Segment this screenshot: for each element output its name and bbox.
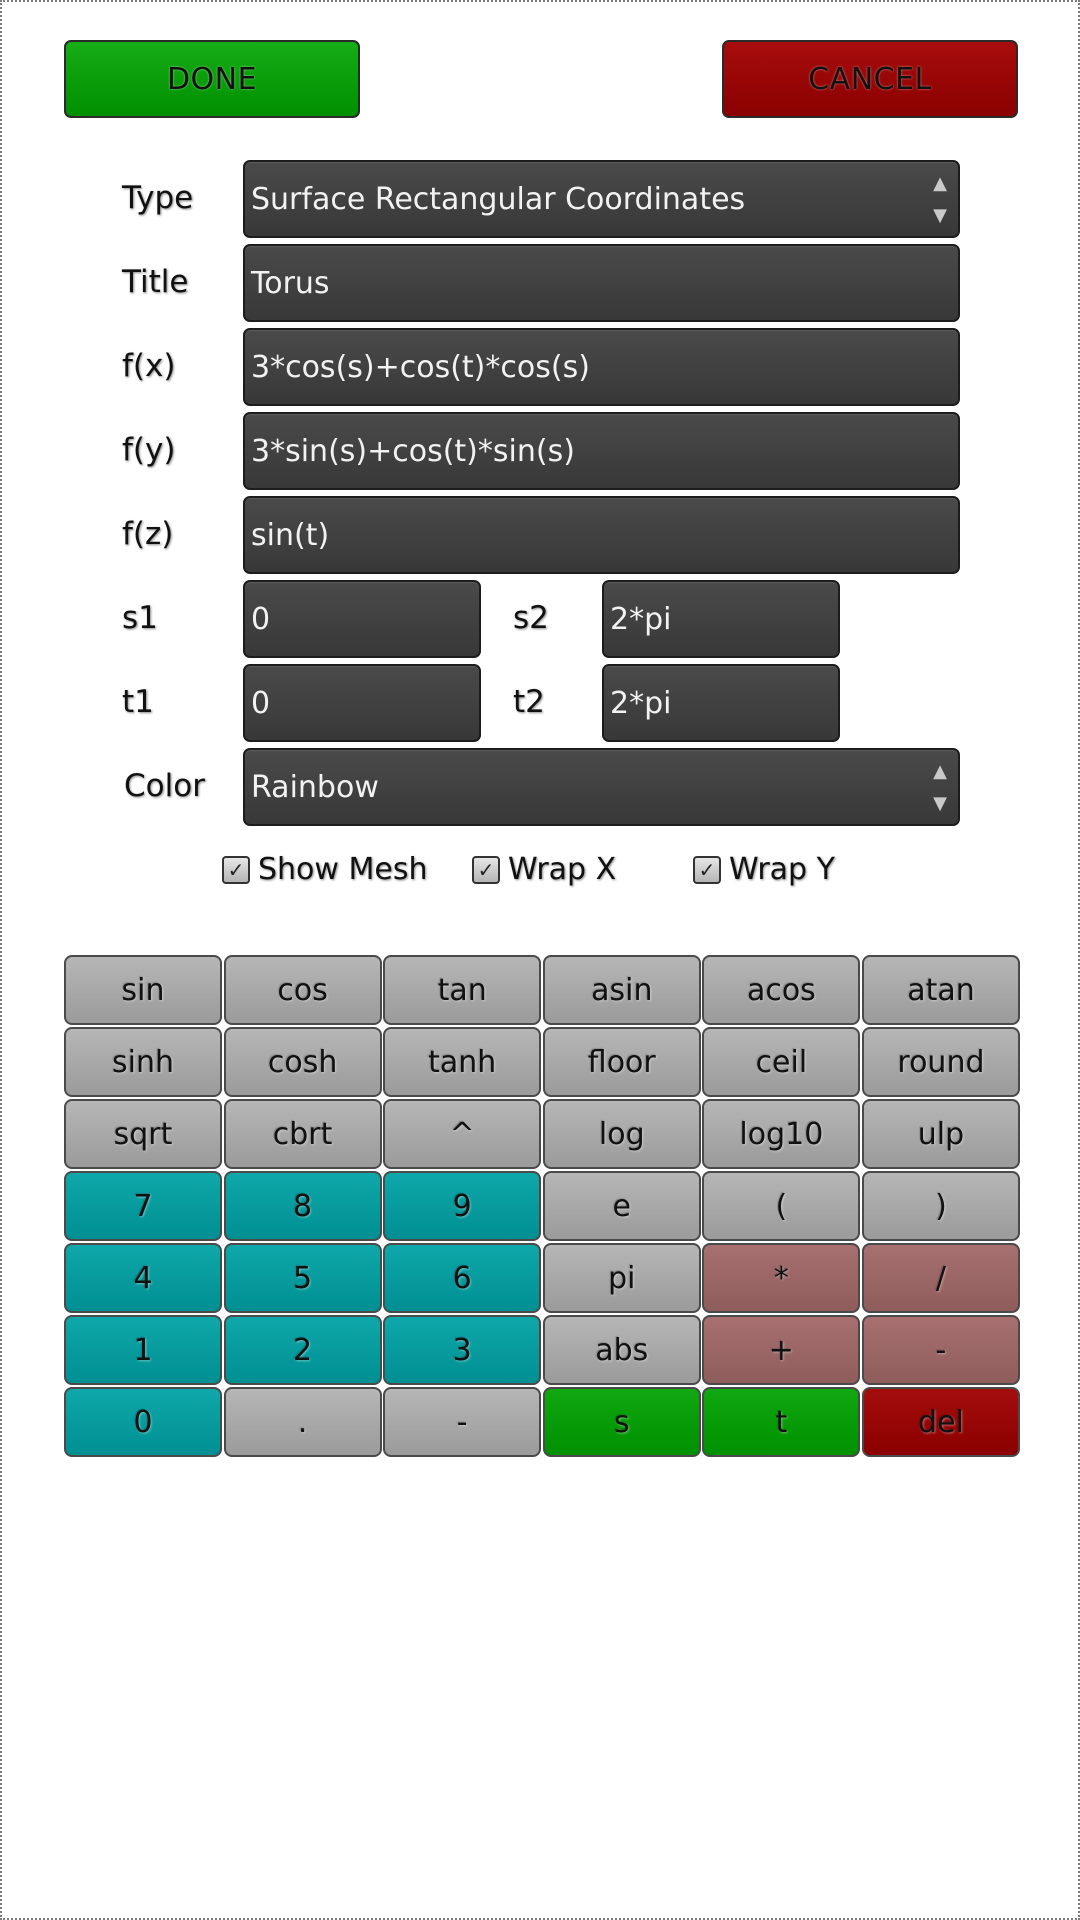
wrap-x-checkbox[interactable]: ✓ Wrap X [472,852,616,887]
type-value: Surface Rectangular Coordinates [251,181,746,217]
fz-label: f(z) [122,516,174,552]
key-cos[interactable]: cos [223,955,382,1025]
key-close-paren[interactable]: ) [861,1171,1020,1241]
spinner-up-icon: ▲ [933,761,947,782]
key-floor[interactable]: floor [542,1027,701,1097]
wrap-y-label: Wrap Y [729,852,835,887]
spinner-down-icon: ▼ [933,205,947,226]
key-tan[interactable]: tan [383,955,542,1025]
key-tanh[interactable]: tanh [383,1027,542,1097]
key-8[interactable]: 8 [223,1171,382,1241]
key-7[interactable]: 7 [64,1171,222,1241]
fz-value: sin(t) [251,517,330,553]
color-label: Color [124,768,205,804]
s1-value: 0 [251,601,271,637]
color-spinner[interactable]: Rainbow ▲ ▼ [243,748,960,826]
fx-value: 3*cos(s)+cos(t)*cos(s) [251,349,590,385]
key-round[interactable]: round [861,1027,1020,1097]
t2-value: 2*pi [610,685,672,721]
done-button[interactable]: DONE [64,40,360,118]
key-e[interactable]: e [542,1171,701,1241]
key-sqrt[interactable]: sqrt [64,1099,222,1169]
key-pi[interactable]: pi [542,1243,701,1313]
title-value: Torus [251,265,330,301]
fy-value: 3*sin(s)+cos(t)*sin(s) [251,433,575,469]
spinner-arrows-icon: ▲ ▼ [932,760,948,816]
spinner-up-icon: ▲ [933,173,947,194]
spinner-down-icon: ▼ [933,793,947,814]
t1-value: 0 [251,685,271,721]
key-9[interactable]: 9 [383,1171,542,1241]
t1-label: t1 [122,684,154,720]
key-log10[interactable]: log10 [702,1099,861,1169]
key-asin[interactable]: asin [542,955,701,1025]
key-atan[interactable]: atan [861,955,1020,1025]
key-1[interactable]: 1 [64,1315,222,1385]
key-negate[interactable]: - [383,1387,542,1457]
key-sin[interactable]: sin [64,955,222,1025]
key-4[interactable]: 4 [64,1243,222,1313]
key-divide[interactable]: / [861,1243,1020,1313]
key-6[interactable]: 6 [383,1243,542,1313]
key-s[interactable]: s [542,1387,701,1457]
s2-label: s2 [513,600,549,636]
key-0[interactable]: 0 [64,1387,222,1457]
key-ulp[interactable]: ulp [861,1099,1020,1169]
type-spinner[interactable]: Surface Rectangular Coordinates ▲ ▼ [243,160,960,238]
function-keypad: sin cos tan asin acos atan sinh cosh tan… [64,955,1020,1457]
key-open-paren[interactable]: ( [702,1171,861,1241]
key-t[interactable]: t [702,1387,861,1457]
title-label: Title [122,264,189,300]
checkbox-checked-icon: ✓ [693,855,721,884]
key-multiply[interactable]: * [702,1243,861,1313]
key-acos[interactable]: acos [702,955,861,1025]
s1-label: s1 [122,600,158,636]
key-3[interactable]: 3 [383,1315,542,1385]
key-cbrt[interactable]: cbrt [223,1099,382,1169]
t2-label: t2 [513,684,545,720]
key-decimal[interactable]: . [223,1387,382,1457]
fx-input[interactable]: 3*cos(s)+cos(t)*cos(s) [243,328,960,406]
key-5[interactable]: 5 [223,1243,382,1313]
color-value: Rainbow [251,769,379,805]
key-abs[interactable]: abs [542,1315,701,1385]
key-power[interactable]: ^ [383,1099,542,1169]
key-sinh[interactable]: sinh [64,1027,222,1097]
cancel-button[interactable]: CANCEL [722,40,1018,118]
show-mesh-label: Show Mesh [258,852,428,887]
fy-label: f(y) [122,432,176,468]
fz-input[interactable]: sin(t) [243,496,960,574]
s1-input[interactable]: 0 [243,580,481,658]
title-input[interactable]: Torus [243,244,960,322]
key-delete[interactable]: del [861,1387,1020,1457]
spinner-arrows-icon: ▲ ▼ [932,172,948,228]
s2-value: 2*pi [610,601,672,637]
checkbox-checked-icon: ✓ [472,855,500,884]
t2-input[interactable]: 2*pi [602,664,840,742]
show-mesh-checkbox[interactable]: ✓ Show Mesh [222,852,427,887]
fx-label: f(x) [122,348,176,384]
key-minus[interactable]: - [861,1315,1020,1385]
checkbox-checked-icon: ✓ [222,855,250,884]
key-cosh[interactable]: cosh [223,1027,382,1097]
key-log[interactable]: log [542,1099,701,1169]
key-2[interactable]: 2 [223,1315,382,1385]
t1-input[interactable]: 0 [243,664,481,742]
wrap-x-label: Wrap X [508,852,617,887]
s2-input[interactable]: 2*pi [602,580,840,658]
key-plus[interactable]: + [702,1315,861,1385]
key-ceil[interactable]: ceil [702,1027,861,1097]
type-label: Type [122,180,194,216]
fy-input[interactable]: 3*sin(s)+cos(t)*sin(s) [243,412,960,490]
wrap-y-checkbox[interactable]: ✓ Wrap Y [693,852,835,887]
